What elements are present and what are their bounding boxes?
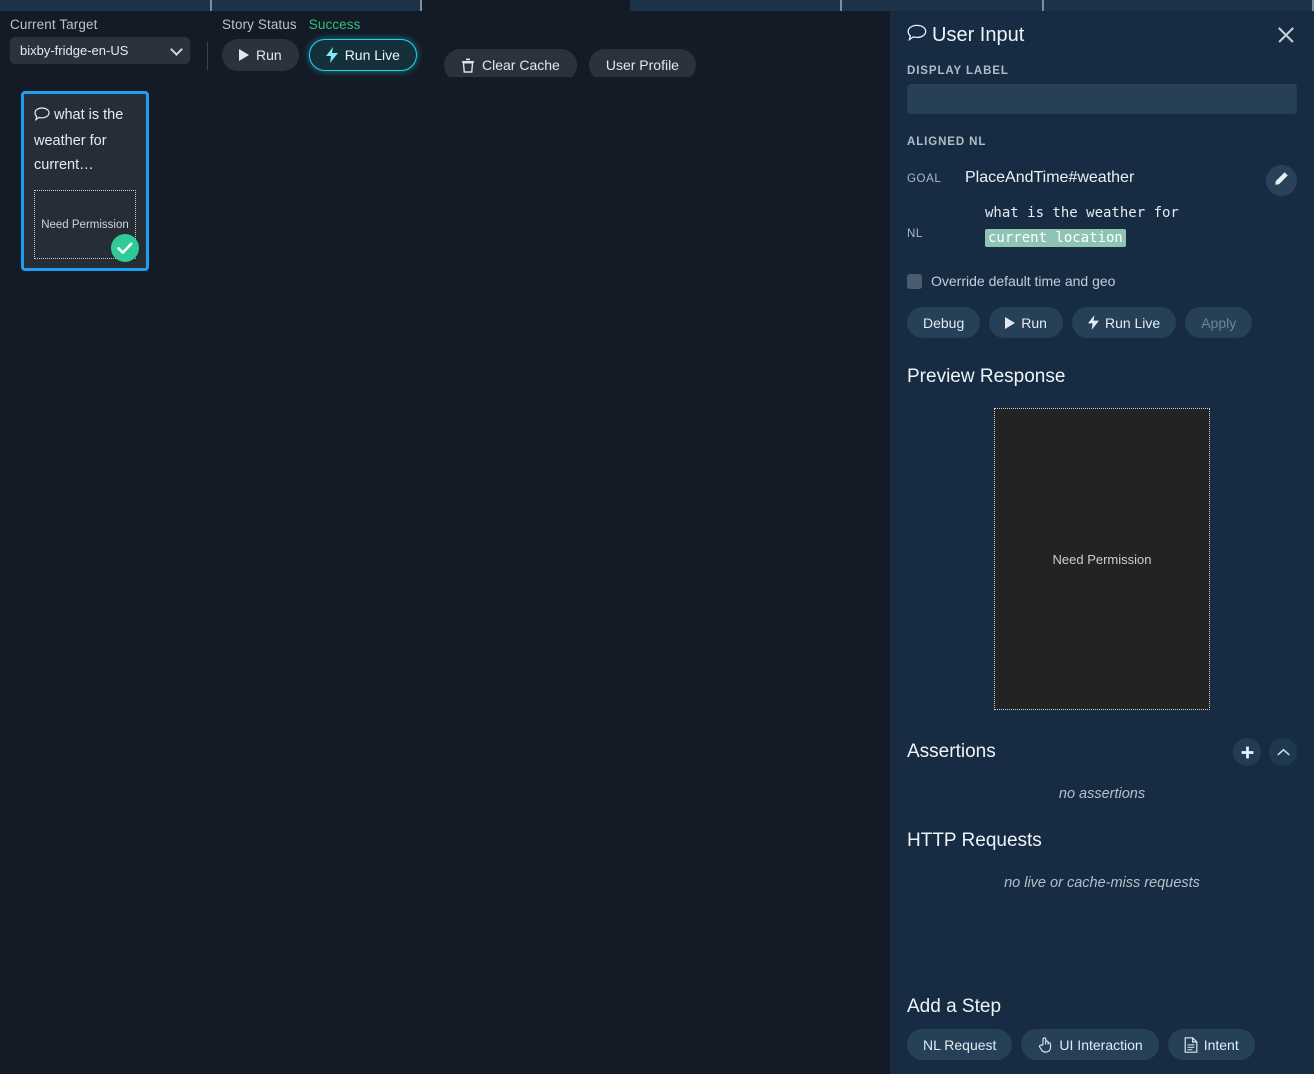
tab-segment-5[interactable] [842, 0, 1044, 11]
add-ui-interaction-button[interactable]: UI Interaction [1021, 1029, 1159, 1060]
preview-response-text: Need Permission [1052, 551, 1152, 567]
apply-button-label: Apply [1201, 314, 1237, 331]
apply-button: Apply [1185, 307, 1253, 338]
story-card-preview-text: Need Permission [41, 218, 129, 231]
panel-action-row: Debug Run Run Live Apply [907, 307, 1297, 338]
nl-highlighted-entity: current location [985, 229, 1126, 247]
edit-pencil-button[interactable] [1266, 165, 1297, 196]
tab-strip [0, 0, 1314, 11]
preview-response-box: Need Permission [994, 408, 1210, 710]
panel-run-live-label: Run Live [1104, 314, 1161, 331]
goal-row: GOAL PlaceAndTime#weather [907, 169, 1297, 187]
tab-segment-4[interactable] [630, 0, 842, 11]
plus-icon [1241, 746, 1253, 758]
collapse-assertions-button[interactable] [1269, 738, 1297, 766]
speech-bubble-icon [907, 24, 927, 47]
play-icon [239, 49, 249, 61]
clear-cache-label: Clear Cache [482, 57, 560, 73]
play-icon [1005, 316, 1016, 329]
app-root: Current Target bixby-fridge-en-US Story … [0, 0, 1314, 1074]
user-profile-label: User Profile [605, 57, 679, 73]
trash-icon [461, 58, 475, 73]
add-step-buttons: NL Request UI Interaction Intent [907, 1029, 1297, 1060]
add-nl-request-button[interactable]: NL Request [907, 1029, 1013, 1060]
story-card-preview: Need Permission [34, 190, 139, 262]
lightning-icon [1087, 315, 1099, 330]
debug-button-label: Debug [923, 314, 965, 331]
assertions-empty-text: no assertions [1058, 786, 1146, 802]
tab-segment-3[interactable] [422, 0, 630, 11]
aligned-nl-caption: ALIGNED NL [907, 136, 987, 148]
add-nl-request-label: NL Request [923, 1036, 997, 1053]
close-icon[interactable] [1275, 24, 1297, 46]
document-icon [1184, 1036, 1198, 1053]
http-requests-title: HTTP Requests [907, 830, 1042, 851]
display-label-caption: DISPLAY LABEL [907, 65, 1009, 77]
debug-button[interactable]: Debug [907, 307, 981, 338]
override-checkbox[interactable] [907, 273, 922, 289]
story-status-label: Story Status [222, 17, 297, 32]
target-select[interactable]: bixby-fridge-en-US [10, 37, 190, 64]
chevron-down-icon [170, 42, 183, 56]
override-row[interactable]: Override default time and geo [907, 273, 1297, 289]
speech-bubble-icon [34, 105, 50, 129]
run-live-button[interactable]: Run Live [308, 39, 417, 71]
toolbar: Current Target bixby-fridge-en-US Story … [0, 11, 890, 81]
lightning-icon [325, 47, 338, 63]
tab-segment-1[interactable] [0, 0, 212, 11]
add-intent-label: Intent [1203, 1036, 1239, 1053]
check-icon [117, 242, 133, 254]
goal-key: GOAL [907, 173, 942, 185]
nl-row: NL what is the weather for current locat… [907, 201, 1297, 251]
aligned-nl-block: GOAL PlaceAndTime#weather NL what is the… [907, 165, 1297, 251]
override-label: Override default time and geo [931, 273, 1116, 289]
nl-key: NL [907, 228, 923, 240]
run-button[interactable]: Run [222, 39, 299, 71]
assertions-title: Assertions [907, 741, 996, 762]
add-step-title: Add a Step [907, 996, 1002, 1017]
add-intent-button[interactable]: Intent [1167, 1029, 1255, 1060]
story-canvas: what is the weather for current… Need Pe… [0, 77, 890, 1074]
story-card-title-row: what is the weather for current… [34, 103, 136, 177]
toolbar-divider [207, 42, 208, 70]
success-check-badge [111, 234, 139, 262]
pointer-hand-icon [1037, 1036, 1053, 1053]
preview-response-title: Preview Response [907, 366, 1066, 387]
tab-segment-2[interactable] [212, 0, 422, 11]
chevron-up-icon [1276, 748, 1290, 755]
current-target-group: Current Target bixby-fridge-en-US [10, 17, 190, 64]
panel-title-group: User Input [907, 24, 1024, 47]
panel-run-label: Run [1021, 314, 1047, 331]
display-label-input[interactable] [907, 84, 1297, 114]
user-input-panel: User Input DISPLAY LABEL ALIGNED NL GOAL… [890, 11, 1314, 1074]
story-status-group: Story Status Success Run Run Live [222, 17, 417, 71]
add-ui-interaction-label: UI Interaction [1059, 1036, 1143, 1053]
panel-run-live-button[interactable]: Run Live [1071, 307, 1177, 338]
current-target-label: Current Target [10, 17, 98, 32]
nl-value: what is the weather for current location [965, 201, 1195, 251]
http-requests-empty-text: no live or cache-miss requests [1004, 875, 1200, 891]
target-select-value: bixby-fridge-en-US [20, 43, 129, 58]
story-status-value: Success [308, 17, 361, 32]
run-live-button-label: Run Live [344, 47, 400, 63]
add-assertion-button[interactable] [1233, 738, 1261, 766]
pencil-icon [1274, 171, 1289, 191]
nl-plain-text: what is the weather for [985, 205, 1179, 221]
panel-title: User Input [932, 23, 1025, 46]
goal-value: PlaceAndTime#weather [965, 169, 1135, 186]
add-step-section: Add a Step NL Request UI Interaction Int… [907, 996, 1297, 1060]
panel-run-button[interactable]: Run [989, 307, 1063, 338]
panel-header: User Input [907, 11, 1297, 55]
assertions-header: Assertions [907, 738, 1297, 766]
run-button-label: Run [256, 47, 282, 63]
tab-segment-6[interactable] [1044, 0, 1314, 11]
story-card[interactable]: what is the weather for current… Need Pe… [21, 91, 149, 271]
